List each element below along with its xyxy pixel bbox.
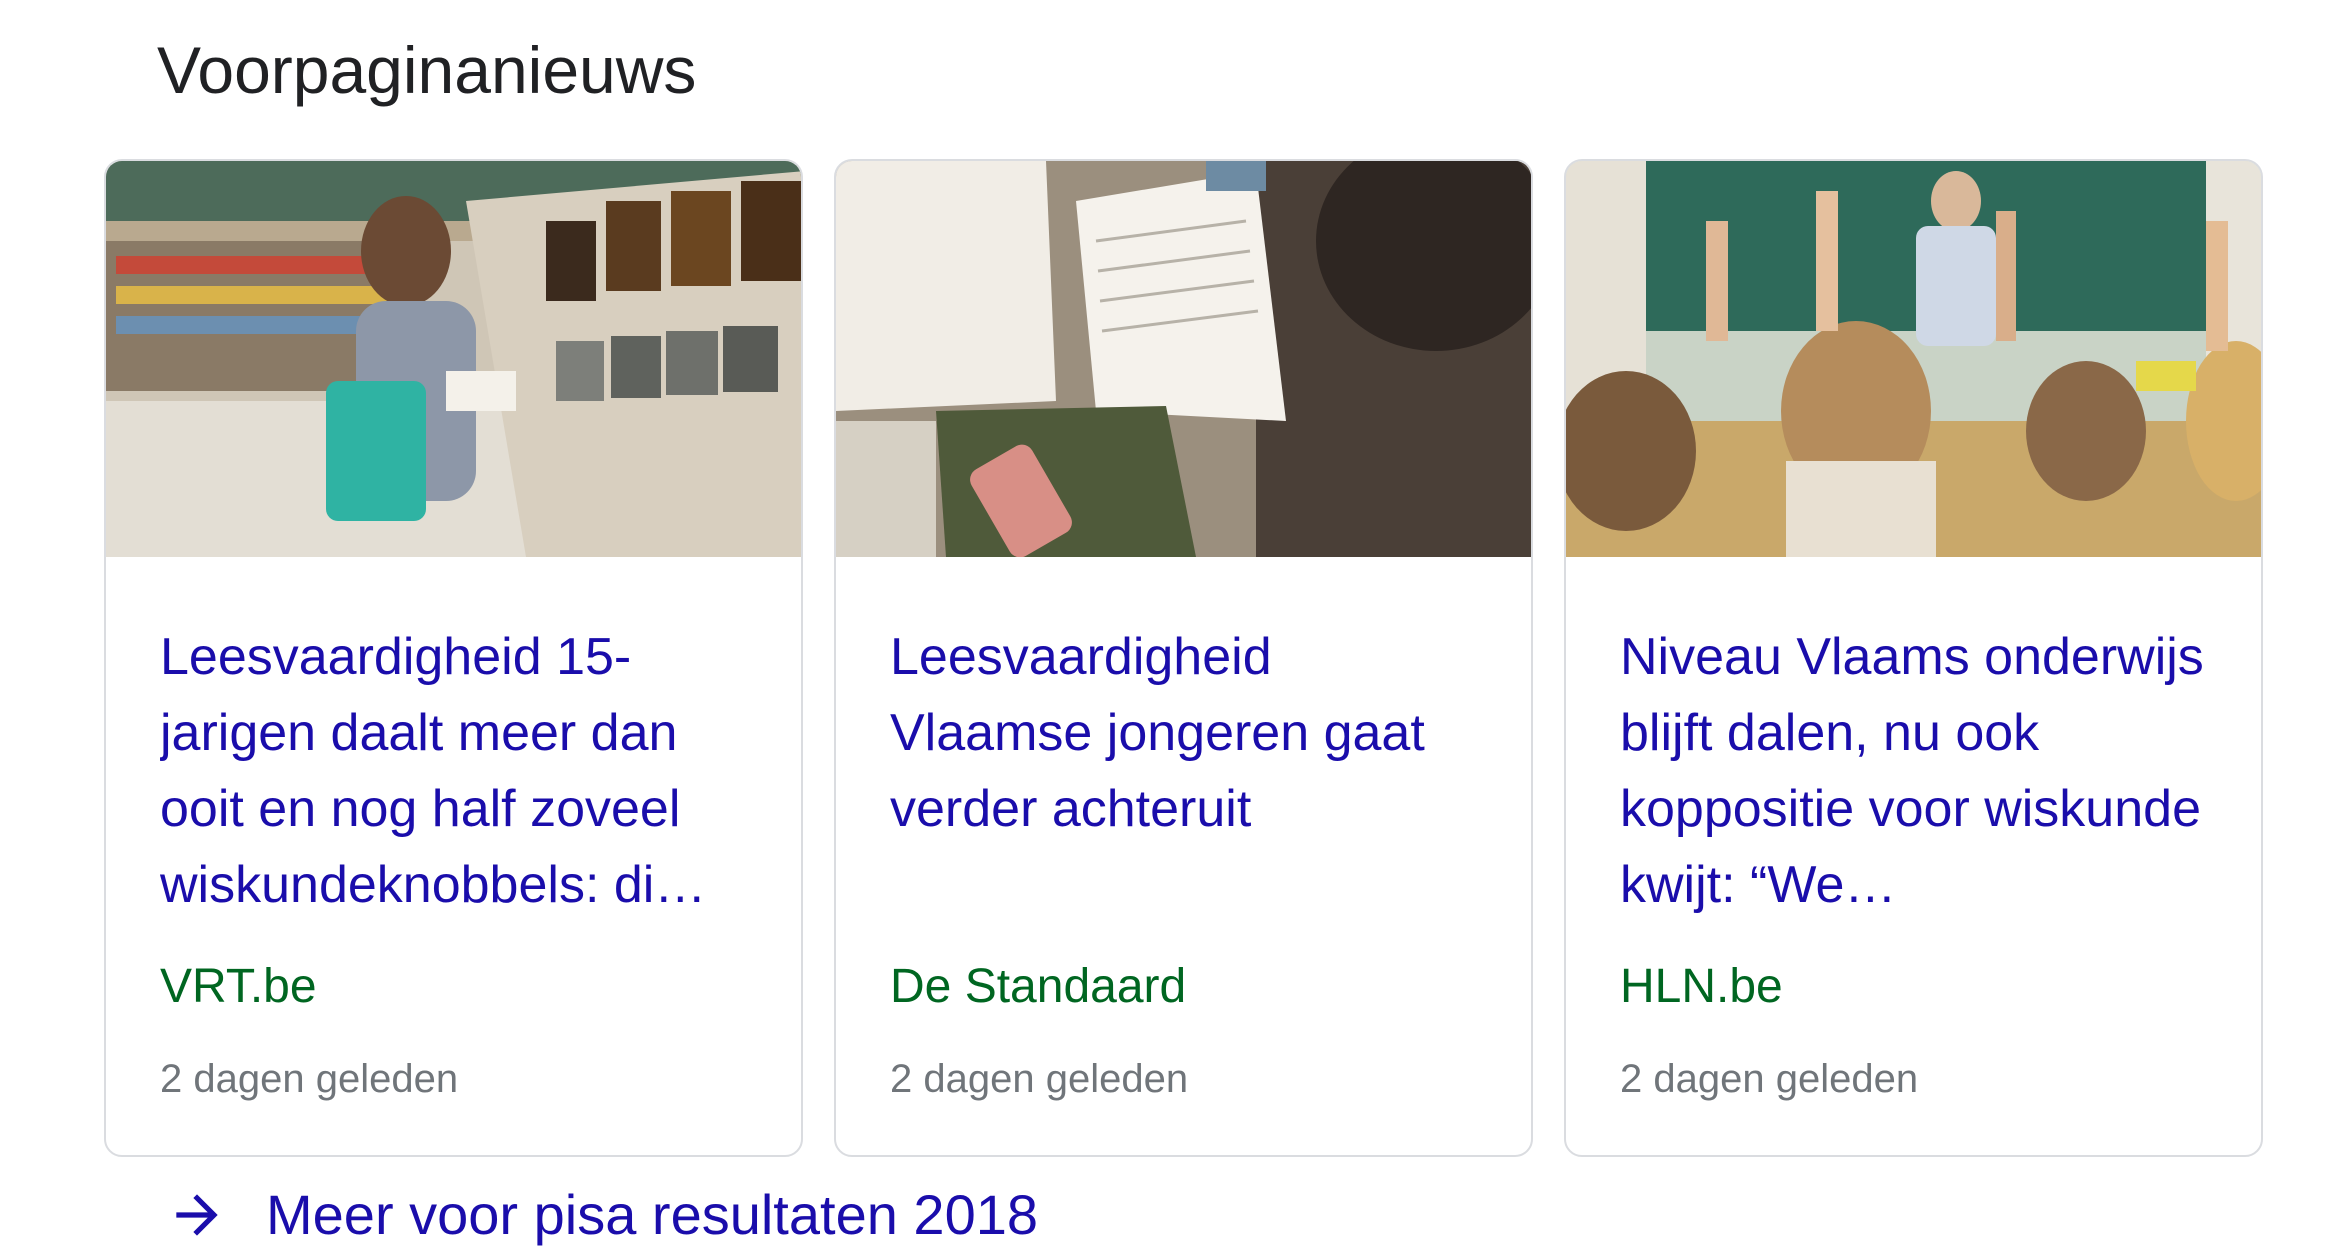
news-thumbnail-classroom[interactable] (1566, 161, 2263, 557)
news-source: HLN.be (1620, 960, 1783, 1013)
more-news-link[interactable]: Meer voor pisa resultaten 2018 (166, 1180, 1038, 1250)
news-thumbnail-desk[interactable] (836, 161, 1533, 557)
news-timestamp: 2 dagen geleden (890, 1057, 1189, 1101)
news-thumbnail-bookstore[interactable] (106, 161, 803, 557)
news-headline-link[interactable]: Leesvaardigheid Vlaamse jongeren gaat ve… (890, 619, 1477, 923)
section-title: Voorpaginanieuws (157, 33, 697, 107)
news-source: De Standaard (890, 960, 1187, 1013)
news-headline-link[interactable]: Niveau Vlaams onderwijs blijft dalen, nu… (1620, 619, 2207, 923)
news-card[interactable]: Niveau Vlaams onderwijs blijft dalen, nu… (1564, 159, 2263, 1157)
news-timestamp: 2 dagen geleden (1620, 1057, 1919, 1101)
news-card[interactable]: Leesvaardigheid Vlaamse jongeren gaat ve… (834, 159, 1533, 1157)
news-headline-link[interactable]: Leesvaardigheid 15-jarigen daalt meer da… (160, 619, 747, 923)
news-carousel: Leesvaardigheid 15-jarigen daalt meer da… (104, 159, 2263, 1157)
arrow-right-icon (176, 1194, 218, 1236)
news-card[interactable]: Leesvaardigheid 15-jarigen daalt meer da… (104, 159, 803, 1157)
news-timestamp: 2 dagen geleden (160, 1057, 459, 1101)
news-source: VRT.be (160, 960, 317, 1013)
more-news-label: Meer voor pisa resultaten 2018 (266, 1183, 1038, 1246)
